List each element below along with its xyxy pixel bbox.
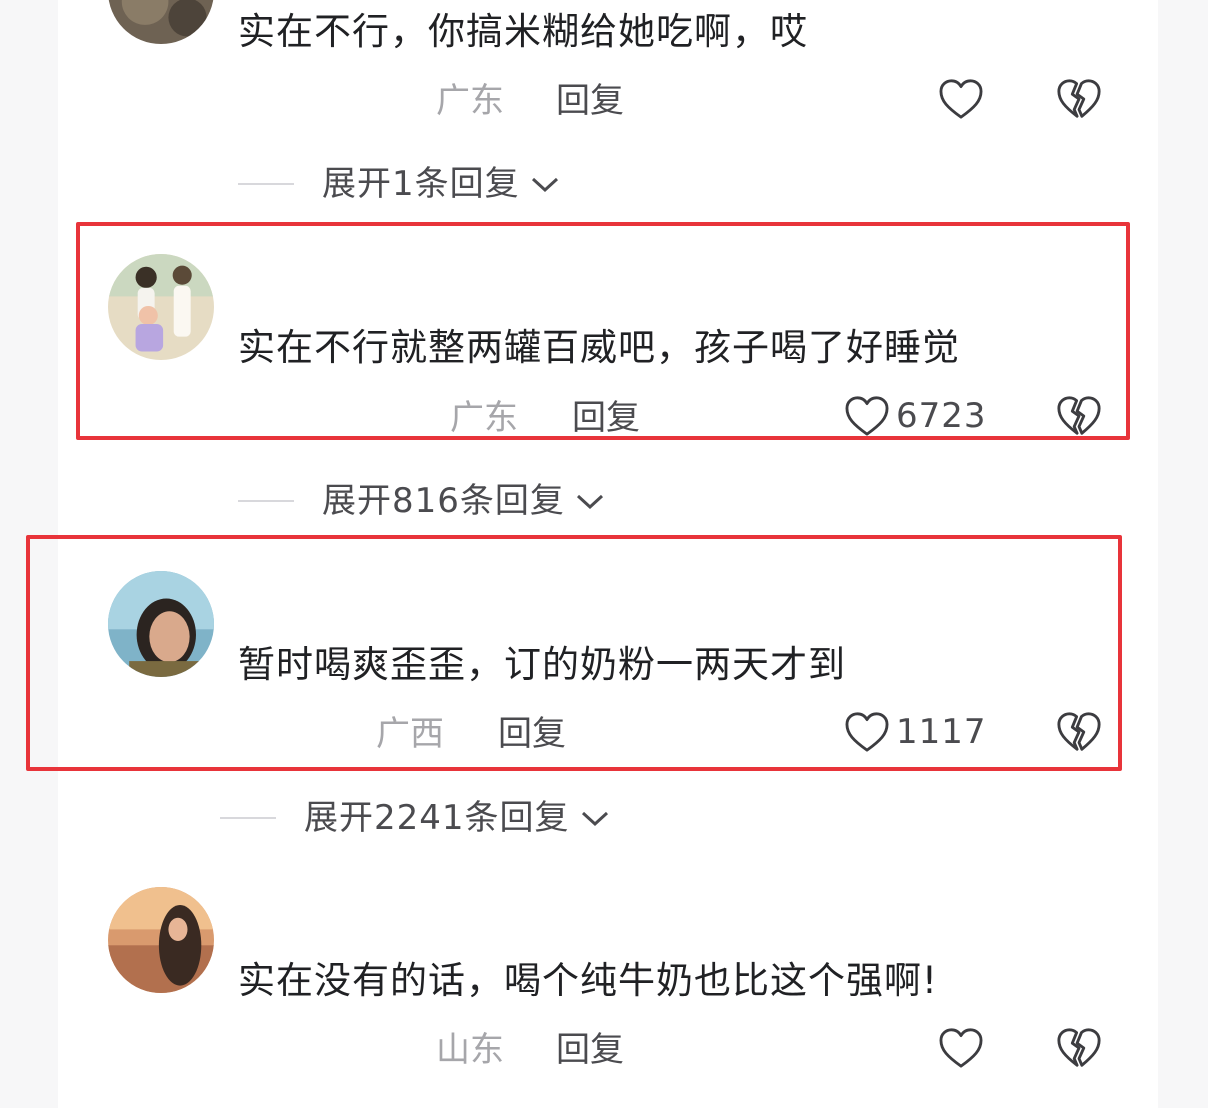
dislike-button[interactable]: [1056, 394, 1102, 438]
avatar[interactable]: [108, 571, 214, 677]
like-button[interactable]: 6723: [844, 395, 987, 437]
avatar[interactable]: [108, 0, 214, 44]
comment-location: 山东: [436, 1030, 504, 1070]
chevron-down-icon: [531, 177, 558, 193]
avatar-image: [108, 0, 214, 44]
expand-replies-label: 展开1条回复: [322, 164, 520, 204]
reply-button[interactable]: 回复: [556, 1030, 624, 1070]
expand-replies-button[interactable]: 展开816条回复: [238, 481, 605, 521]
broken-heart-icon: [1057, 396, 1101, 435]
avatar-image: [108, 887, 214, 993]
avatar[interactable]: [108, 254, 214, 360]
heart-outline-icon: [845, 396, 889, 436]
heart-outline-icon: [845, 712, 889, 752]
expand-replies-button[interactable]: 展开1条回复: [238, 164, 560, 204]
avatar-image: [108, 571, 214, 677]
comment-text: 实在没有的话，喝个纯牛奶也比这个强啊!: [238, 959, 938, 1002]
reply-button[interactable]: 回复: [498, 714, 566, 754]
like-button[interactable]: 1117: [844, 711, 987, 753]
like-count: 1117: [896, 712, 987, 752]
expand-replies-label: 展开816条回复: [322, 481, 565, 521]
reply-button[interactable]: 回复: [556, 81, 624, 121]
comment-text: 暂时喝爽歪歪，订的奶粉一两天才到: [238, 643, 846, 686]
heart-outline-icon: [939, 1028, 983, 1068]
divider-line: [220, 817, 276, 819]
dislike-button[interactable]: [1056, 710, 1102, 754]
expand-replies-label: 展开2241条回复: [304, 798, 570, 838]
reply-button[interactable]: 回复: [572, 398, 640, 438]
dislike-button[interactable]: [1056, 77, 1102, 121]
divider-line: [238, 500, 294, 502]
comment-location: 广西: [376, 714, 444, 754]
divider-line: [238, 183, 294, 185]
broken-heart-icon: [1057, 79, 1101, 118]
like-button[interactable]: [938, 78, 984, 120]
expand-replies-button[interactable]: 展开2241条回复: [220, 798, 610, 838]
comment-text: 实在不行，你搞米糊给她吃啊，哎: [238, 10, 808, 53]
chevron-down-icon: [576, 494, 603, 510]
comment-location: 广东: [436, 81, 504, 121]
avatar-image: [108, 254, 214, 360]
chevron-down-icon: [581, 811, 608, 827]
like-button[interactable]: [938, 1027, 984, 1069]
heart-outline-icon: [939, 79, 983, 119]
dislike-button[interactable]: [1056, 1026, 1102, 1070]
right-margin: [1158, 0, 1208, 1108]
avatar[interactable]: [108, 887, 214, 993]
comment-text: 实在不行就整两罐百威吧，孩子喝了好睡觉: [238, 326, 960, 369]
like-count: 6723: [896, 396, 987, 436]
broken-heart-icon: [1057, 712, 1101, 751]
comment-location: 广东: [450, 398, 518, 438]
broken-heart-icon: [1057, 1028, 1101, 1067]
